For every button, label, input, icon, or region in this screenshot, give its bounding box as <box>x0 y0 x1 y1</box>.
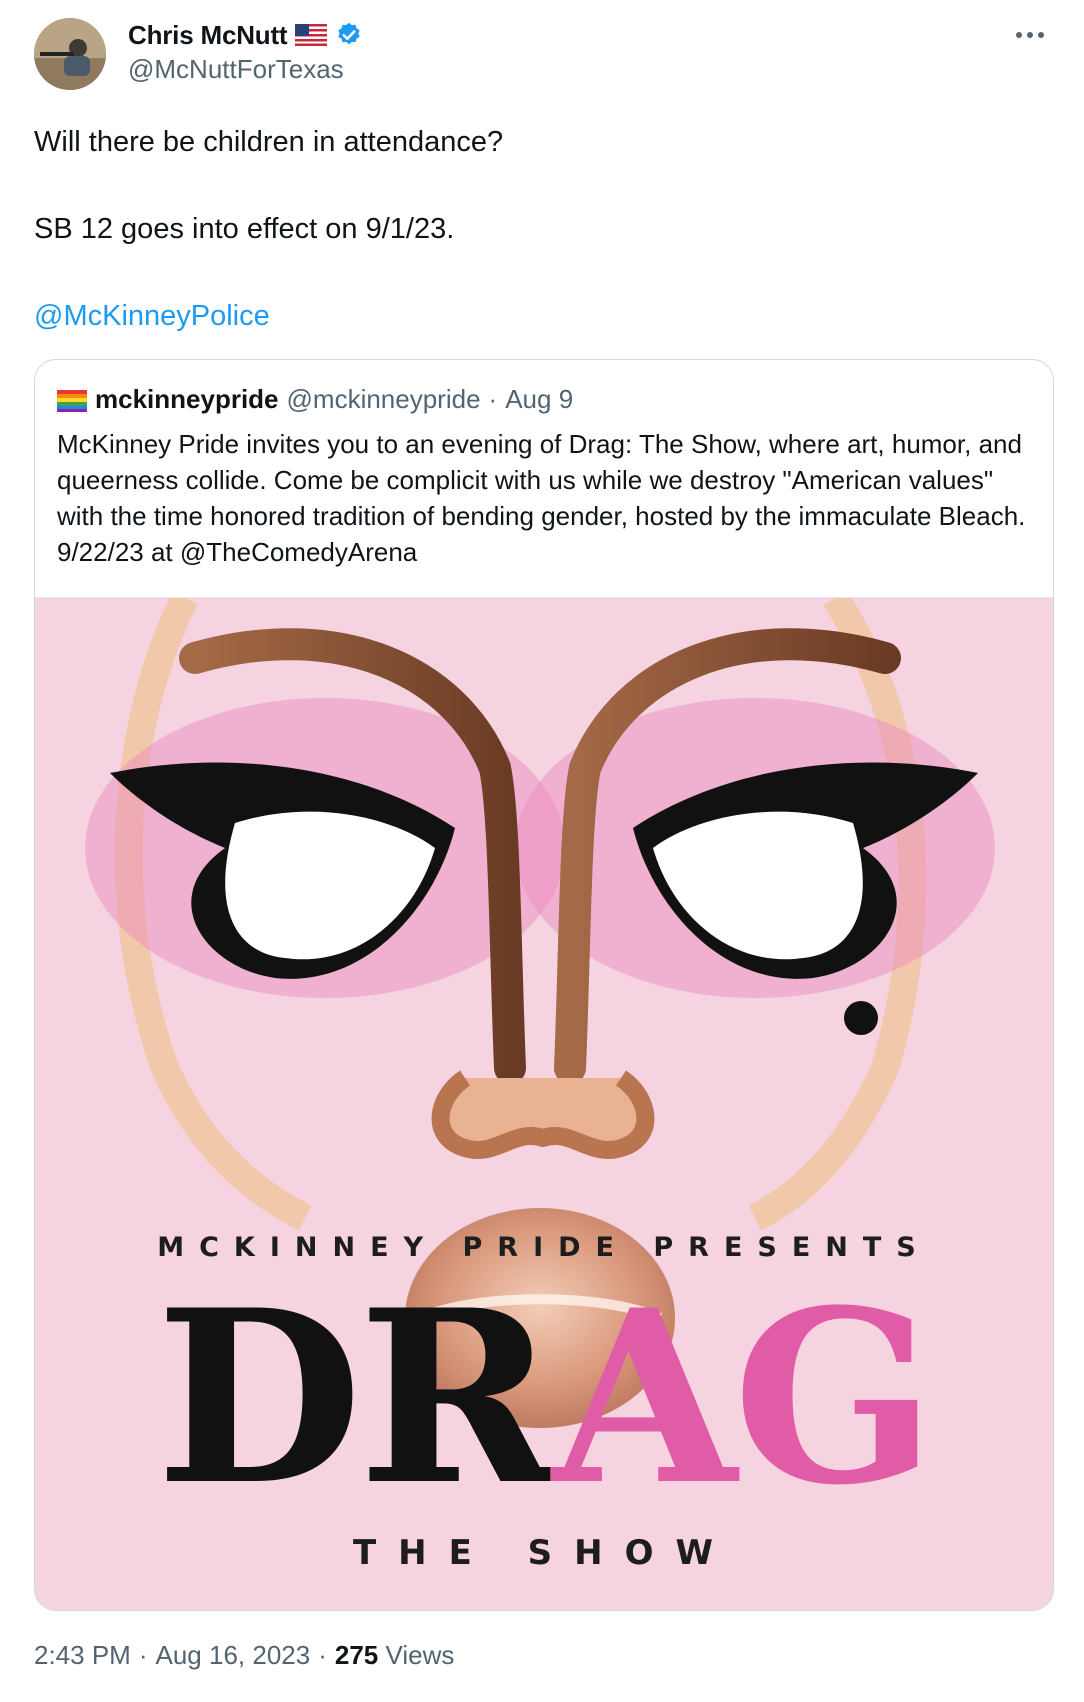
quoted-tweet-image[interactable]: MCKINNEY PRIDE PRESENTS DRAG THE SHOW <box>35 597 1053 1610</box>
tweet-time[interactable]: 2:43 PM <box>34 1640 131 1671</box>
meta-separator: · <box>318 1640 327 1670</box>
mention-link[interactable]: @McKinneyPolice <box>34 300 270 332</box>
views-count: 275 <box>334 1640 379 1670</box>
quoted-tweet[interactable]: mckinneypride @mckinneypride · Aug 9 McK… <box>34 359 1054 1611</box>
tweet-meta: 2:43 PM · Aug 16, 2023 · 275 Views <box>34 1640 454 1671</box>
more-options-icon[interactable] <box>1010 20 1050 50</box>
quoted-author-handle[interactable]: @mckinneypride <box>287 384 481 415</box>
poster-title-part1: DR <box>155 1259 556 1538</box>
quoted-author-name[interactable]: mckinneypride <box>95 384 279 415</box>
quoted-tweet-header: mckinneypride @mckinneypride · Aug 9 <box>57 382 573 416</box>
author-name-row: Chris McNutt <box>128 18 363 52</box>
views-label: Views <box>385 1640 455 1670</box>
author-display-name[interactable]: Chris McNutt <box>128 20 288 51</box>
quoted-tweet-text: McKinney Pride invites you to an evening… <box>57 429 1026 567</box>
quoted-separator: · <box>488 383 498 414</box>
author-handle[interactable]: @McNuttForTexas <box>128 54 344 85</box>
us-flag-icon <box>295 24 328 46</box>
quoted-author-avatar[interactable] <box>57 388 87 412</box>
poster-title-part2: AG <box>552 1259 936 1538</box>
poster-title: DRAG <box>35 1280 1053 1518</box>
author-avatar[interactable] <box>34 18 106 90</box>
poster-tagline: THE SHOW <box>352 1533 736 1573</box>
tweet: Chris McNutt @McNuttForTexas Will there … <box>0 0 1084 1702</box>
tweet-line-2: SB 12 goes into effect on 9/1/23. <box>34 213 455 245</box>
meta-separator: · <box>138 1640 148 1670</box>
quoted-date[interactable]: Aug 9 <box>505 384 573 415</box>
tweet-text: Will there be children in attendance? SB… <box>34 120 1044 338</box>
tweet-date[interactable]: Aug 16, 2023 <box>156 1640 311 1671</box>
tweet-line-1: Will there be children in attendance? <box>34 126 504 158</box>
avatar-photo <box>34 18 106 90</box>
verified-badge-icon <box>335 21 363 49</box>
